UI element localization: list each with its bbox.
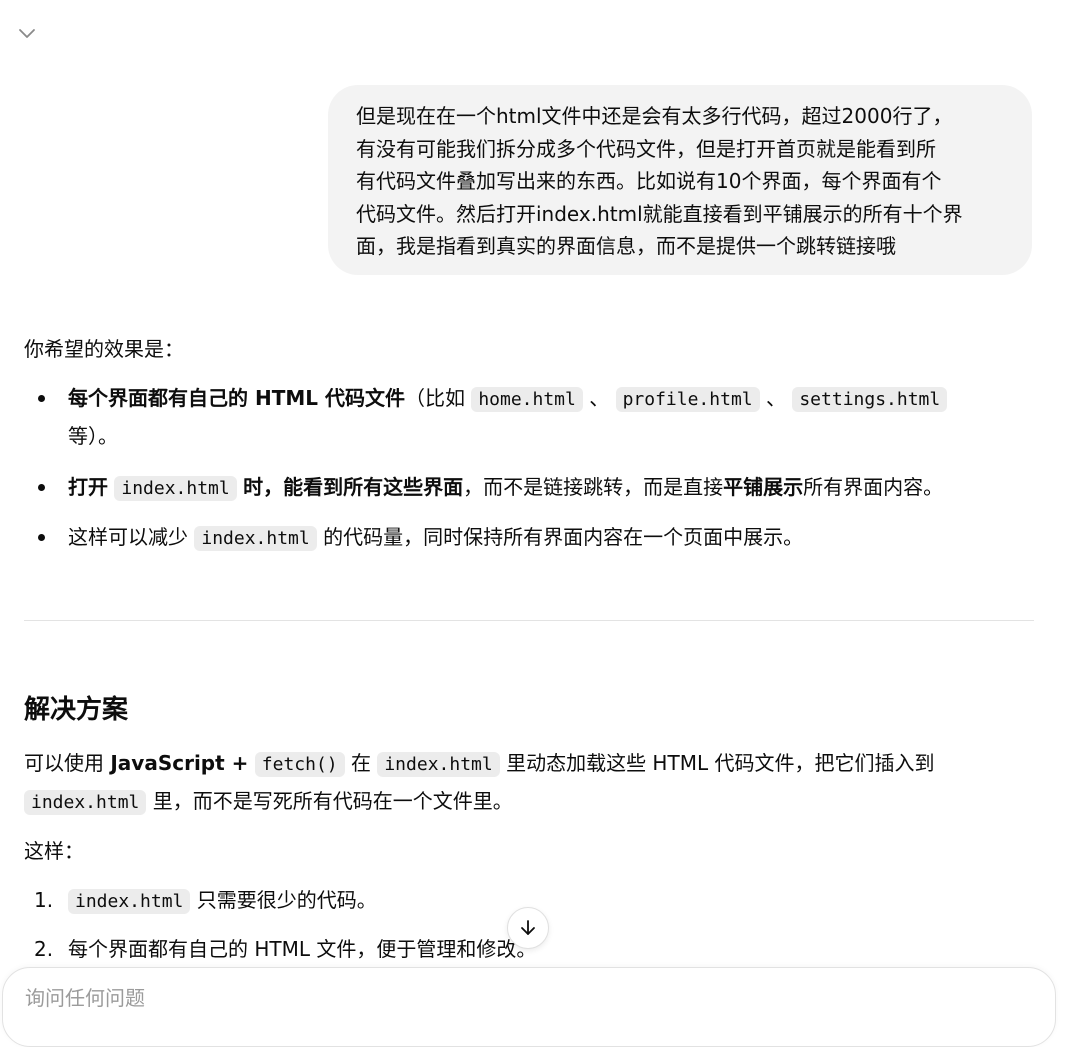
bullet-1-bold: 每个界面都有自己的 HTML 代码文件	[68, 386, 405, 410]
user-message-bubble: 但是现在在一个html文件中还是会有太多行代码，超过2000行了， 有没有可能我…	[328, 85, 1032, 275]
separator: 、	[765, 386, 786, 410]
solution-text-c: 里动态加载这些 HTML 代码文件，把它们插入到	[506, 751, 935, 775]
bullet-dot	[38, 484, 45, 491]
code-home-html: home.html	[471, 387, 583, 412]
list-number: 1.	[34, 888, 54, 912]
assistant-intro: 你希望的效果是：	[24, 337, 184, 361]
message-composer	[2, 967, 1056, 1047]
solution-text-a: 可以使用	[24, 751, 104, 775]
code-index-html: index.html	[377, 752, 500, 777]
separator: 、	[589, 386, 610, 410]
arrow-down-icon	[521, 920, 535, 935]
list-item-text: 只需要很少的代码。	[196, 888, 377, 912]
solution-text-d: 里，而不是写死所有代码在一个文件里。	[152, 789, 513, 813]
code-settings-html: settings.html	[792, 387, 948, 412]
divider	[24, 620, 1034, 621]
so-label: 这样：	[24, 839, 84, 863]
user-message-line: 代码文件。然后打开index.html就能直接看到平铺展示的所有十个界	[356, 201, 963, 226]
code-index-html: index.html	[194, 526, 317, 551]
list-item: index.html 只需要很少的代码。	[68, 885, 377, 917]
bullet-item-3: 这样可以减少 index.html 的代码量，同时保持所有界面内容在一个页面中展…	[68, 522, 803, 554]
code-index-html: index.html	[114, 476, 237, 501]
bullet-3-text-b: 的代码量，同时保持所有界面内容在一个页面中展示。	[323, 525, 804, 549]
bullet-2-bold-c: 平铺展示	[723, 475, 804, 499]
bullet-1-tail: 等）。	[68, 424, 118, 448]
user-message-line: 有没有可能我们拆分成多个代码文件，但是打开首页就是能看到所	[356, 136, 936, 161]
list-item: 每个界面都有自己的 HTML 文件，便于管理和修改。	[68, 937, 537, 961]
solution-line-2: index.html 里，而不是写死所有代码在一个文件里。	[24, 786, 513, 818]
user-message-line: 但是现在在一个html文件中还是会有太多行代码，超过2000行了，	[356, 104, 953, 128]
code-index-html: index.html	[24, 790, 147, 815]
code-index-html: index.html	[68, 889, 191, 914]
scroll-to-bottom-button[interactable]	[507, 907, 549, 949]
bullet-2-text-a: ，而不是链接跳转，而是直接	[463, 475, 724, 499]
code-fetch: fetch()	[254, 752, 345, 777]
bullet-3-text-a: 这样可以减少	[68, 525, 188, 549]
bullet-item-2: 打开 index.html 时，能看到所有这些界面，而不是链接跳转，而是直接平铺…	[68, 472, 943, 504]
solution-line-1: 可以使用 JavaScript + fetch() 在 index.html 里…	[24, 748, 934, 780]
list-number: 2.	[34, 937, 54, 961]
bullet-dot	[38, 395, 45, 402]
user-message-line: 面，我是指看到真实的界面信息，而不是提供一个跳转链接哦	[356, 234, 896, 258]
code-profile-html: profile.html	[615, 387, 760, 412]
bullet-item-1: 每个界面都有自己的 HTML 代码文件（比如 home.html 、 profi…	[68, 383, 948, 415]
bullet-1-paren: （比如	[404, 386, 465, 410]
bullet-2-bold-b: 时，能看到所有这些界面	[243, 475, 464, 499]
solution-text-b: 在	[350, 751, 371, 775]
bullet-dot	[38, 534, 45, 541]
section-heading: 解决方案	[24, 695, 129, 725]
bullet-2-bold-a: 打开	[68, 475, 108, 499]
bullet-2-text-b: 所有界面内容。	[803, 475, 944, 499]
user-message-line: 有代码文件叠加写出来的东西。比如说有10个界面，每个界面有个	[356, 169, 942, 193]
solution-bold: JavaScript +	[110, 751, 249, 775]
message-input[interactable]	[25, 986, 925, 1010]
chevron-down-icon[interactable]	[17, 26, 37, 40]
